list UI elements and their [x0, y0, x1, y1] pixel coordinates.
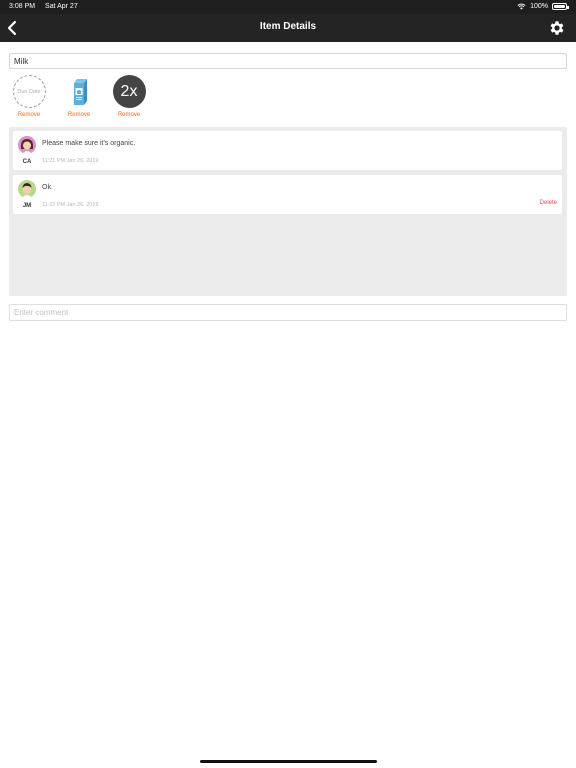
wifi-icon — [517, 3, 526, 10]
quantity-attribute: 2x Remove — [109, 75, 149, 118]
home-indicator[interactable] — [200, 760, 377, 763]
quantity-value: 2x — [120, 82, 138, 100]
settings-button[interactable] — [548, 19, 566, 37]
battery-icon — [552, 3, 569, 10]
avatar-male-icon — [18, 180, 36, 198]
comment-author-initials: JM — [22, 203, 32, 209]
remove-due-date-button[interactable]: Remove — [9, 112, 49, 118]
remove-quantity-button[interactable]: Remove — [109, 112, 149, 118]
battery-percent: 100% — [530, 3, 548, 10]
comment-item: JM Ok. 11:22 PM Jan 26, 2019 Delete — [13, 175, 562, 214]
status-date: Sat Apr 27 — [45, 3, 78, 10]
item-image[interactable] — [63, 75, 96, 108]
due-date-label: Due Date — [17, 88, 41, 95]
milk-carton-icon — [73, 79, 87, 105]
comments-panel[interactable]: CA Please make sure it's organic. 11:21 … — [9, 127, 567, 296]
item-name-field[interactable] — [9, 53, 567, 69]
due-date-attribute: Due Date Remove — [9, 75, 49, 118]
page-title: Item Details — [259, 21, 317, 32]
remove-image-button[interactable]: Remove — [59, 112, 99, 118]
comment-input[interactable] — [9, 304, 567, 321]
quantity-button[interactable]: 2x — [112, 75, 146, 108]
delete-comment-button[interactable]: Delete — [540, 200, 557, 206]
avatar-female-icon — [18, 136, 36, 154]
gear-icon — [550, 21, 564, 35]
comment-timestamp: 11:22 PM Jan 26, 2019 — [42, 202, 99, 208]
navigation-bar: Item Details — [0, 14, 576, 42]
image-attribute: Remove — [59, 75, 99, 118]
comment-author-initials: CA — [22, 159, 32, 165]
comment-text: Please make sure it's organic. — [42, 140, 136, 147]
comment-text: Ok. — [42, 184, 53, 191]
status-time: 3:08 PM — [9, 3, 36, 10]
comment-item: CA Please make sure it's organic. 11:21 … — [13, 131, 562, 170]
comment-timestamp: 11:21 PM Jan 26, 2019 — [42, 158, 99, 164]
status-bar: 3:08 PM Sat Apr 27 100% — [0, 0, 576, 14]
due-date-button[interactable]: Due Date — [12, 75, 46, 108]
